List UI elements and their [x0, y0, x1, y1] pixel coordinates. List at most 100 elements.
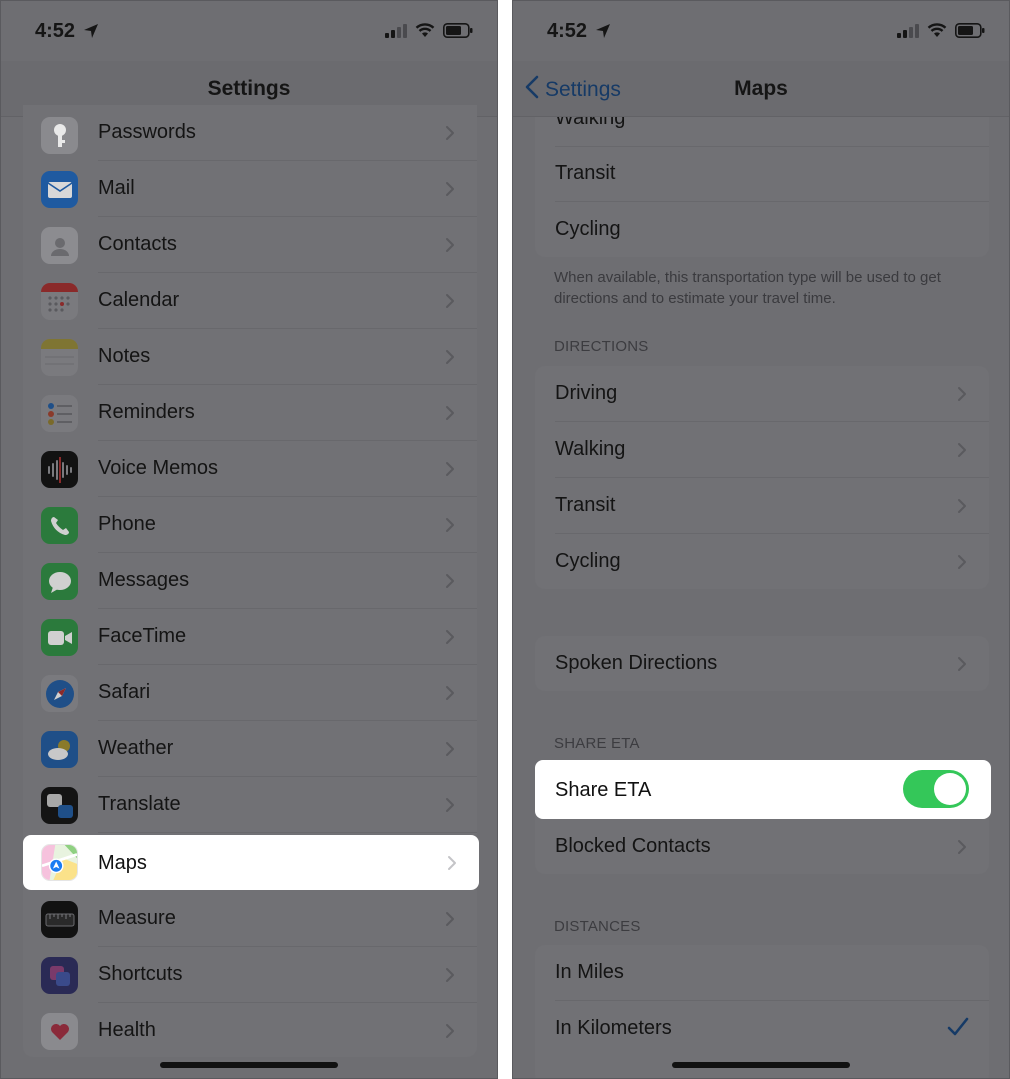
- chevron-right-icon: [957, 656, 967, 677]
- chevron-right-icon: [445, 911, 455, 932]
- distance-option-kilometers[interactable]: In Kilometers: [535, 1001, 989, 1057]
- settings-item-passwords[interactable]: Passwords: [23, 105, 477, 161]
- chevron-right-icon: [957, 386, 967, 407]
- settings-item-label: Weather: [98, 737, 174, 759]
- status-bar: 4:52: [513, 1, 1009, 61]
- directions-item-label: Walking: [555, 438, 626, 460]
- contacts-icon: [41, 227, 78, 264]
- settings-item-health[interactable]: Health: [23, 1003, 477, 1057]
- distance-option-miles[interactable]: In Miles: [535, 945, 989, 1001]
- settings-item-label: Messages: [98, 569, 190, 591]
- chevron-right-icon: [445, 573, 455, 594]
- settings-item-voice-memos[interactable]: Voice Memos: [23, 441, 477, 497]
- spoken-directions-label: Spoken Directions: [555, 652, 718, 674]
- section-header-directions: DIRECTIONS: [554, 338, 649, 355]
- directions-item-label: Cycling: [555, 550, 621, 572]
- chevron-right-icon: [445, 629, 455, 650]
- battery-icon: [955, 23, 985, 43]
- settings-app-list: Passwords Mail Contacts Calendar Notes R…: [23, 105, 477, 1057]
- spoken-directions-group: Spoken Directions: [535, 636, 989, 691]
- facetime-icon: [41, 619, 78, 656]
- settings-item-label: Measure: [98, 907, 176, 929]
- settings-item-translate[interactable]: Translate: [23, 777, 477, 833]
- status-bar: 4:52: [1, 1, 497, 61]
- settings-screen: 4:52 Settings Passwords Mail Contacts Ca…: [0, 0, 498, 1079]
- messages-icon: [41, 563, 78, 600]
- location-arrow-icon: [595, 23, 611, 44]
- settings-item-phone[interactable]: Phone: [23, 497, 477, 553]
- settings-item-contacts[interactable]: Contacts: [23, 217, 477, 273]
- safari-icon: [41, 675, 78, 712]
- settings-item-measure[interactable]: Measure: [23, 891, 477, 947]
- settings-item-maps[interactable]: Maps: [23, 835, 479, 890]
- key-icon: [41, 117, 78, 154]
- settings-item-reminders[interactable]: Reminders: [23, 385, 477, 441]
- transport-option-cycling[interactable]: Cycling: [535, 202, 989, 257]
- toggle-knob: [934, 773, 966, 805]
- chevron-right-icon: [445, 405, 455, 426]
- health-icon: [41, 1013, 78, 1050]
- settings-item-safari[interactable]: Safari: [23, 665, 477, 721]
- chevron-right-icon: [445, 517, 455, 538]
- settings-item-label: Contacts: [98, 233, 177, 255]
- share-eta-toggle[interactable]: [903, 770, 969, 808]
- share-eta-label: Share ETA: [555, 779, 652, 801]
- maps-icon: [41, 844, 78, 881]
- settings-item-mail[interactable]: Mail: [23, 161, 477, 217]
- chevron-right-icon: [957, 442, 967, 463]
- chevron-right-icon: [445, 125, 455, 146]
- wifi-icon: [927, 23, 947, 43]
- measure-icon: [41, 901, 78, 938]
- home-indicator[interactable]: [672, 1062, 850, 1068]
- share-eta-row: Share ETA: [535, 760, 991, 819]
- page-title: Maps: [734, 77, 788, 100]
- settings-item-label: Phone: [98, 513, 156, 535]
- cellular-signal-icon: [385, 23, 407, 43]
- chevron-right-icon: [957, 554, 967, 575]
- spoken-directions-item[interactable]: Spoken Directions: [535, 636, 989, 691]
- chevron-right-icon: [445, 181, 455, 202]
- shortcuts-icon: [41, 957, 78, 994]
- settings-item-calendar[interactable]: Calendar: [23, 273, 477, 329]
- status-time: 4:52: [547, 20, 588, 42]
- settings-item-label: Notes: [98, 345, 151, 367]
- blocked-contacts-item[interactable]: Blocked Contacts: [535, 819, 989, 874]
- chevron-right-icon: [957, 498, 967, 519]
- settings-item-label: Mail: [98, 177, 135, 199]
- settings-item-label: Calendar: [98, 289, 180, 311]
- settings-item-facetime[interactable]: FaceTime: [23, 609, 477, 665]
- directions-item-driving[interactable]: Driving: [535, 366, 989, 422]
- chevron-right-icon: [445, 741, 455, 762]
- directions-item-walking[interactable]: Walking: [535, 422, 989, 478]
- settings-item-label: FaceTime: [98, 625, 187, 647]
- translate-icon: [41, 787, 78, 824]
- wifi-icon: [415, 23, 435, 43]
- settings-item-notes[interactable]: Notes: [23, 329, 477, 385]
- directions-item-transit[interactable]: Transit: [535, 478, 989, 534]
- section-header-distances: DISTANCES: [554, 918, 641, 935]
- distance-option-label: In Kilometers: [555, 1017, 672, 1039]
- location-arrow-icon: [83, 23, 99, 44]
- chevron-right-icon: [445, 685, 455, 706]
- battery-icon: [443, 23, 473, 43]
- chevron-right-icon: [445, 967, 455, 988]
- settings-item-shortcuts[interactable]: Shortcuts: [23, 947, 477, 1003]
- directions-item-cycling[interactable]: Cycling: [535, 534, 989, 589]
- chevron-right-icon: [445, 1023, 455, 1044]
- settings-item-label: Safari: [98, 681, 151, 703]
- cellular-signal-icon: [897, 23, 919, 43]
- notes-icon: [41, 339, 78, 376]
- chevron-right-icon: [445, 349, 455, 370]
- transport-footer-note: When available, this transportation type…: [554, 269, 941, 307]
- transport-option-transit[interactable]: Transit: [535, 146, 989, 202]
- settings-item-messages[interactable]: Messages: [23, 553, 477, 609]
- settings-item-label: Reminders: [98, 401, 195, 423]
- section-header-share-eta: SHARE ETA: [554, 735, 640, 752]
- settings-item-label: Shortcuts: [98, 963, 183, 985]
- chevron-right-icon: [957, 839, 967, 860]
- maps-settings-screen: 4:52 Walking Transit Cycling Settings Ma…: [512, 0, 1010, 1079]
- home-indicator[interactable]: [160, 1062, 338, 1068]
- chevron-right-icon: [445, 461, 455, 482]
- settings-item-weather[interactable]: Weather: [23, 721, 477, 777]
- settings-item-label: Passwords: [98, 121, 196, 143]
